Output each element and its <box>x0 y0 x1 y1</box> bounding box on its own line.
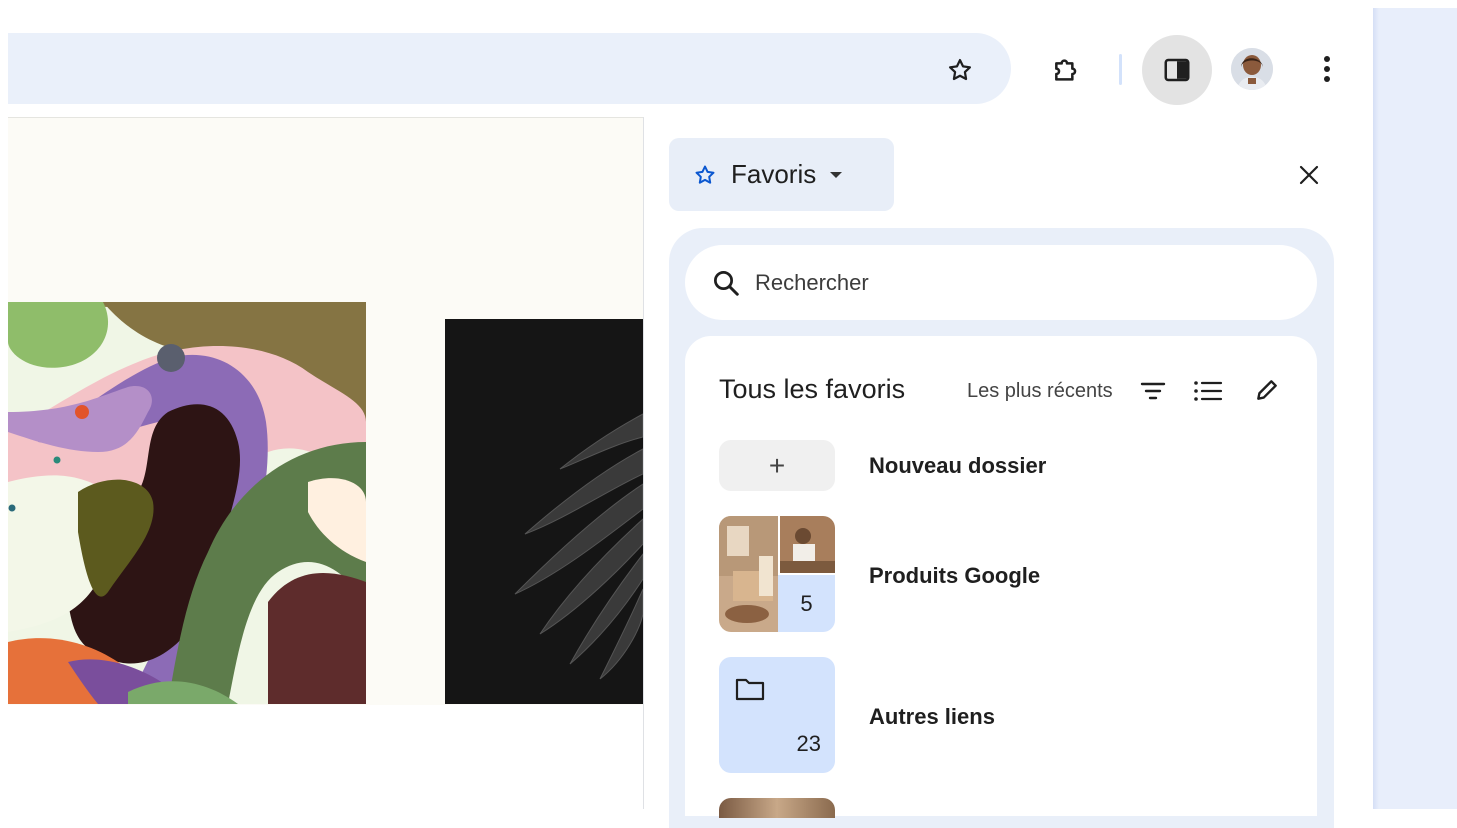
side-panel-divider <box>643 117 644 809</box>
sort-button[interactable]: Les plus récents <box>967 380 1113 403</box>
side-panel-icon <box>1164 58 1190 82</box>
feather-image <box>445 319 643 704</box>
search-input[interactable]: Rechercher <box>685 245 1317 320</box>
abstract-artwork-image <box>8 302 366 704</box>
search-placeholder: Rechercher <box>755 269 869 295</box>
more-vert-icon[interactable] <box>1312 52 1342 86</box>
folder-thumbnail <box>719 798 835 818</box>
list-item-new-folder[interactable]: Nouveau dossier <box>869 453 1046 479</box>
section-title: Tous les favoris <box>719 374 906 404</box>
add-folder-button[interactable]: + <box>719 440 835 491</box>
toolbar-divider <box>1119 54 1122 85</box>
edit-icon[interactable] <box>1252 375 1282 405</box>
list-view-icon[interactable] <box>1192 378 1224 404</box>
puzzle-icon[interactable] <box>1049 52 1085 88</box>
folder-icon <box>735 678 765 701</box>
folder-tile[interactable]: 23 <box>719 657 835 773</box>
address-bar[interactable] <box>8 33 1011 104</box>
panel-selector-dropdown[interactable]: Favoris <box>669 138 894 211</box>
close-icon[interactable] <box>1294 160 1324 190</box>
browser-window-edge <box>1373 8 1457 809</box>
panel-selector-label: Favoris <box>731 159 817 189</box>
item-count-badge: 23 <box>796 731 821 756</box>
list-item-other-links[interactable]: Autres liens <box>869 704 995 730</box>
bookmark-star-icon[interactable] <box>944 54 976 86</box>
star-icon <box>695 165 715 184</box>
search-icon <box>714 270 739 296</box>
sort-icon[interactable] <box>1138 378 1168 404</box>
avatar[interactable] <box>1231 48 1273 90</box>
list-item-google-products[interactable]: Produits Google <box>869 563 1040 589</box>
chevron-down-icon <box>830 171 843 178</box>
item-count-badge: 5 <box>778 575 835 632</box>
side-panel-button[interactable] <box>1142 35 1212 105</box>
